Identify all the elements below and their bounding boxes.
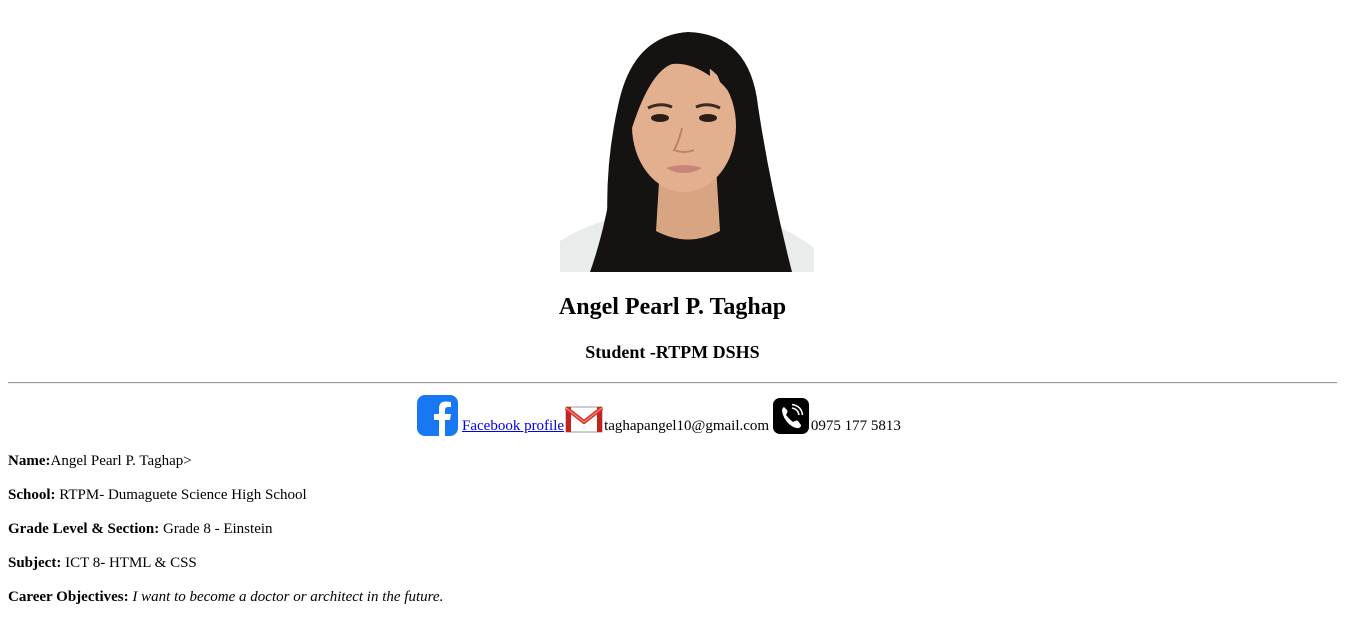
detail-value: Grade 8 - Einstein: [159, 521, 273, 537]
detail-name: Name:Angel Pearl P. Taghap>: [8, 452, 1337, 470]
detail-label: Grade Level & Section:: [8, 521, 160, 537]
detail-label: Career Objectives:: [8, 589, 129, 605]
detail-career: Career Objectives: I want to become a do…: [8, 588, 1337, 606]
phone-text: 0975 177 5813: [810, 418, 901, 434]
divider: [8, 382, 1337, 384]
subtitle: Student -RTPM DSHS: [585, 342, 760, 362]
contact-row: Facebook profile taghapangel10@gmail.com: [0, 392, 1345, 436]
portrait-section: [8, 0, 1337, 272]
detail-value: I want to become a doctor or architect i…: [132, 589, 444, 605]
detail-subject: Subject: ICT 8- HTML & CSS: [8, 554, 1337, 572]
details-section: Name:Angel Pearl P. Taghap> School: RTPM…: [8, 452, 1337, 622]
mail-icon: [564, 404, 604, 434]
detail-value: Angel Pearl P. Taghap>: [50, 453, 192, 469]
page-title: Angel Pearl P. Taghap: [558, 294, 787, 320]
email-text: taghapangel10@gmail.com: [604, 418, 770, 434]
detail-value: RTPM- Dumaguete Science High School: [55, 487, 307, 503]
profile-photo: [560, 16, 814, 272]
detail-school: School: RTPM- Dumaguete Science High Sch…: [8, 486, 1337, 504]
page: Angel Pearl P. Taghap Student -RTPM DSHS…: [0, 0, 1345, 605]
detail-grade: Grade Level & Section: Grade 8 - Einstei…: [8, 520, 1337, 538]
detail-value: ICT 8- HTML & CSS: [61, 555, 197, 571]
detail-label: Subject:: [8, 555, 62, 571]
detail-label: School:: [8, 487, 56, 503]
detail-label: Name:: [8, 453, 51, 469]
facebook-profile-link[interactable]: Facebook profile: [462, 417, 564, 436]
phone-icon: [772, 398, 809, 434]
facebook-icon[interactable]: [417, 395, 458, 436]
